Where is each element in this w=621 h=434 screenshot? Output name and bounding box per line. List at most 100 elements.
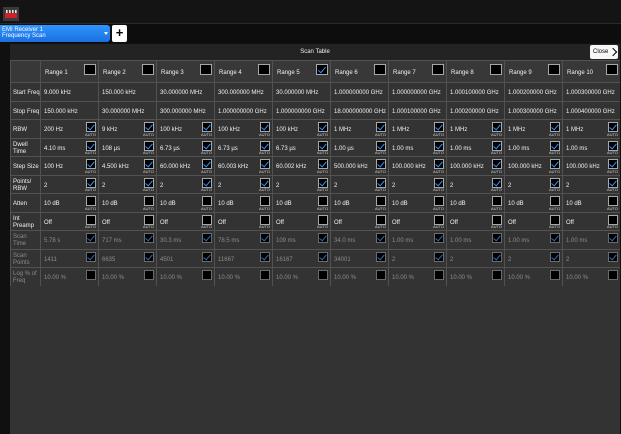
value-cell[interactable]: 10 dB AUTO	[98, 193, 156, 212]
auto-checkbox[interactable]	[492, 159, 502, 169]
auto-checkbox[interactable]	[492, 140, 502, 151]
value-cell[interactable]: 10.00 %	[504, 267, 562, 286]
value-cell[interactable]: 100 Hz AUTO	[40, 156, 98, 175]
auto-checkbox[interactable]	[376, 233, 386, 243]
value-cell[interactable]: 60.002 kHz AUTO	[272, 156, 330, 175]
value-cell[interactable]: 30.000000 MHz	[156, 82, 214, 101]
value-cell[interactable]: 4.500 kHz AUTO	[98, 156, 156, 175]
value-cell[interactable]: 1 MHz AUTO	[562, 119, 620, 138]
value-cell[interactable]: Off AUTO	[98, 211, 156, 230]
value-cell[interactable]: 30.000000 MHz	[98, 100, 156, 119]
range-enable-checkbox[interactable]	[432, 64, 444, 75]
range-enable-checkbox[interactable]	[200, 64, 212, 75]
auto-checkbox[interactable]	[86, 214, 96, 225]
auto-checkbox[interactable]	[434, 177, 444, 188]
auto-checkbox[interactable]	[608, 140, 618, 151]
value-cell[interactable]: 1.00 µs AUTO	[330, 137, 388, 156]
value-cell[interactable]: 10.00 %	[98, 267, 156, 286]
value-cell[interactable]: 10 dB AUTO	[40, 193, 98, 212]
value-cell[interactable]: 2 AUTO	[330, 174, 388, 193]
value-cell[interactable]: 10.00 %	[446, 267, 504, 286]
auto-checkbox[interactable]	[550, 214, 560, 225]
value-cell[interactable]: 1.000300000 GHz	[562, 82, 620, 101]
auto-checkbox[interactable]	[202, 233, 212, 243]
auto-checkbox[interactable]	[492, 233, 502, 243]
auto-checkbox[interactable]	[434, 159, 444, 169]
auto-checkbox[interactable]	[318, 251, 328, 262]
auto-checkbox[interactable]	[144, 251, 154, 262]
auto-checkbox[interactable]	[260, 159, 270, 169]
auto-checkbox[interactable]	[202, 251, 212, 262]
value-cell[interactable]: 2 AUTO	[214, 174, 272, 193]
auto-checkbox[interactable]	[144, 140, 154, 151]
value-cell[interactable]: 10 dB AUTO	[156, 193, 214, 212]
value-cell[interactable]: 1.000400000 GHz	[562, 100, 620, 119]
value-cell[interactable]: 10 dB AUTO	[272, 193, 330, 212]
auto-checkbox[interactable]	[86, 233, 96, 243]
value-cell[interactable]: 4501	[156, 248, 214, 267]
value-cell[interactable]: 1.00 ms	[446, 230, 504, 249]
value-cell[interactable]: 100.000 kHz AUTO	[446, 156, 504, 175]
auto-checkbox[interactable]	[86, 177, 96, 188]
auto-checkbox[interactable]	[608, 196, 618, 206]
value-cell[interactable]: 11667	[214, 248, 272, 267]
value-cell[interactable]: 1 MHz AUTO	[446, 119, 504, 138]
value-cell[interactable]: 2 AUTO	[40, 174, 98, 193]
value-cell[interactable]: 10.00 %	[40, 267, 98, 286]
value-cell[interactable]: 10.00 %	[562, 267, 620, 286]
value-cell[interactable]: 30.3 ms	[156, 230, 214, 249]
value-cell[interactable]: 1.000000000 GHz	[272, 100, 330, 119]
value-cell[interactable]: 1.000100000 GHz	[388, 100, 446, 119]
auto-checkbox[interactable]	[202, 177, 212, 188]
value-cell[interactable]: 10.00 %	[388, 267, 446, 286]
value-cell[interactable]: 100.000 kHz AUTO	[504, 156, 562, 175]
value-cell[interactable]: 1.00 ms	[562, 230, 620, 249]
range-enable-checkbox[interactable]	[84, 64, 96, 75]
value-cell[interactable]: 2	[504, 248, 562, 267]
close-button[interactable]: Close	[590, 45, 618, 59]
auto-checkbox[interactable]	[318, 270, 328, 280]
auto-checkbox[interactable]	[260, 270, 270, 280]
value-cell[interactable]: 1.000200000 GHz	[446, 100, 504, 119]
auto-checkbox[interactable]	[202, 196, 212, 206]
value-cell[interactable]: 1 MHz AUTO	[330, 119, 388, 138]
value-cell[interactable]: 1.00 ms	[504, 230, 562, 249]
value-cell[interactable]: 10 dB AUTO	[562, 193, 620, 212]
value-cell[interactable]: 1.00 ms AUTO	[504, 137, 562, 156]
auto-checkbox[interactable]	[202, 214, 212, 225]
value-cell[interactable]: 2 AUTO	[446, 174, 504, 193]
auto-checkbox[interactable]	[376, 251, 386, 262]
value-cell[interactable]: 10 dB AUTO	[330, 193, 388, 212]
value-cell[interactable]: 2	[446, 248, 504, 267]
auto-checkbox[interactable]	[550, 140, 560, 151]
mode-tab-emi-receiver[interactable]: EMI Receiver 1 Frequency Scan	[0, 25, 110, 42]
range-enable-checkbox[interactable]	[548, 64, 560, 75]
value-cell[interactable]: 2 AUTO	[504, 174, 562, 193]
value-cell[interactable]: 109 ms	[272, 230, 330, 249]
value-cell[interactable]: 30.000000 MHz	[272, 82, 330, 101]
auto-checkbox[interactable]	[376, 214, 386, 225]
auto-checkbox[interactable]	[376, 159, 386, 169]
auto-checkbox[interactable]	[434, 196, 444, 206]
auto-checkbox[interactable]	[550, 177, 560, 188]
auto-checkbox[interactable]	[318, 122, 328, 132]
value-cell[interactable]: 150.000 kHz	[40, 100, 98, 119]
auto-checkbox[interactable]	[144, 270, 154, 280]
value-cell[interactable]: 34.0 ms	[330, 230, 388, 249]
value-cell[interactable]: 10.00 %	[330, 267, 388, 286]
auto-checkbox[interactable]	[376, 140, 386, 151]
auto-checkbox[interactable]	[550, 233, 560, 243]
auto-checkbox[interactable]	[86, 159, 96, 169]
value-cell[interactable]: Off AUTO	[388, 211, 446, 230]
value-cell[interactable]: 717 ms	[98, 230, 156, 249]
value-cell[interactable]: 6.73 µs AUTO	[156, 137, 214, 156]
auto-checkbox[interactable]	[492, 196, 502, 206]
range-enable-checkbox[interactable]	[374, 64, 386, 75]
value-cell[interactable]: 1.000100000 GHz	[446, 82, 504, 101]
value-cell[interactable]: 1.000000000 GHz	[214, 100, 272, 119]
auto-checkbox[interactable]	[550, 159, 560, 169]
value-cell[interactable]: 100.000 kHz AUTO	[388, 156, 446, 175]
auto-checkbox[interactable]	[434, 270, 444, 280]
auto-checkbox[interactable]	[260, 140, 270, 151]
value-cell[interactable]: 1.00 ms AUTO	[388, 137, 446, 156]
